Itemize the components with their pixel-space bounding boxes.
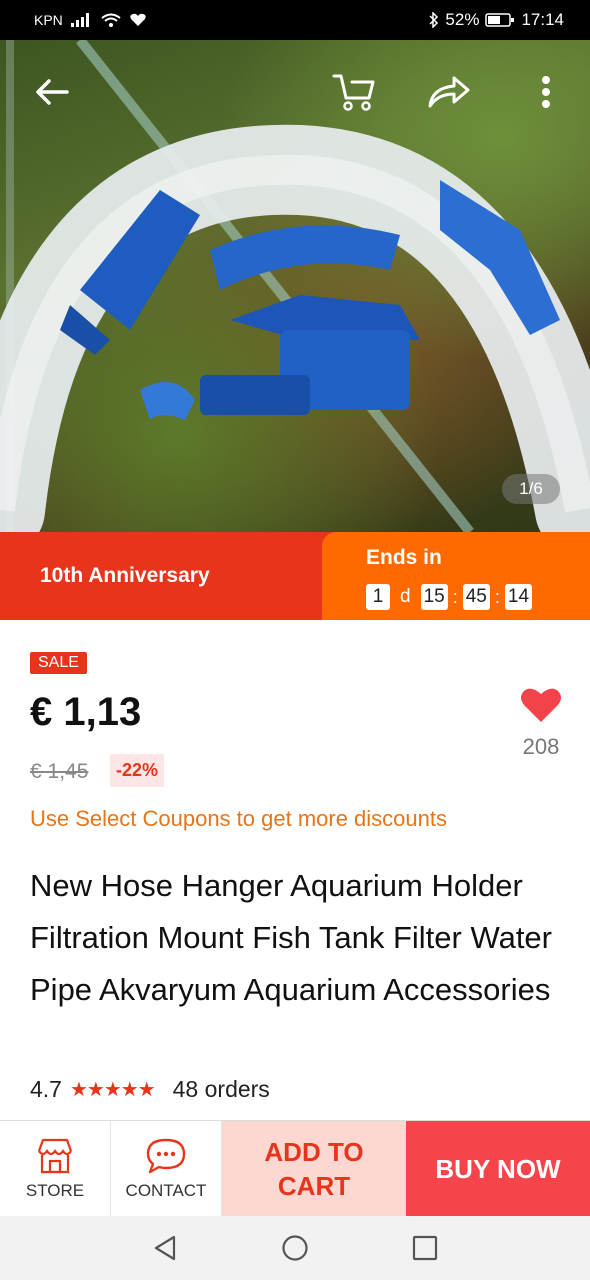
store-icon xyxy=(37,1138,73,1174)
signal-icon xyxy=(70,13,89,27)
action-bar: STORE CONTACT ADD TO CART BUY NOW xyxy=(0,1120,590,1217)
nav-back-icon[interactable] xyxy=(152,1234,178,1262)
heart-icon xyxy=(521,688,561,722)
cart-icon xyxy=(332,74,375,111)
orders-count: 48 orders xyxy=(172,1076,270,1102)
status-bar: KPN 52% 17:14 xyxy=(0,0,590,40)
cart-button[interactable] xyxy=(330,68,378,116)
countdown-minutes: 45 xyxy=(462,584,490,610)
rating-value: 4.7 xyxy=(30,1076,62,1102)
store-button[interactable]: STORE xyxy=(0,1121,111,1217)
battery-icon xyxy=(485,13,515,27)
more-icon xyxy=(542,76,550,108)
contact-button[interactable]: CONTACT xyxy=(111,1121,222,1217)
original-price: € 1,45 xyxy=(30,760,89,783)
countdown-separator: : xyxy=(452,586,458,607)
countdown-separator: : xyxy=(494,586,500,607)
countdown-hours: 15 xyxy=(420,584,448,610)
product-title: New Hose Hanger Aquarium Holder Filtrati… xyxy=(30,868,552,1007)
store-label: STORE xyxy=(25,1181,85,1200)
discount-badge: -22% xyxy=(110,754,165,787)
ends-in-label: Ends in xyxy=(366,546,442,569)
back-button[interactable] xyxy=(28,68,76,116)
carrier-label: KPN xyxy=(34,12,63,28)
add-to-cart-button[interactable]: ADD TO CART xyxy=(222,1121,406,1217)
countdown-days: 1 xyxy=(366,584,390,610)
nav-home-icon[interactable] xyxy=(281,1234,309,1262)
countdown: 1 d 15 : 45 : 14 xyxy=(366,584,533,610)
buy-now-label: BUY NOW xyxy=(435,1153,561,1184)
countdown-days-unit: d xyxy=(400,586,411,607)
rating-stars: ★★★★★ xyxy=(69,1079,156,1101)
contact-label: CONTACT xyxy=(125,1181,207,1200)
nav-recents-icon[interactable] xyxy=(412,1235,438,1261)
bluetooth-icon xyxy=(429,12,439,28)
product-image[interactable]: 1/6 xyxy=(0,40,590,532)
system-nav-bar xyxy=(0,1216,590,1280)
buy-now-button[interactable]: BUY NOW xyxy=(406,1121,590,1217)
rating-row[interactable]: 4.7 ★★★★★ 48 orders xyxy=(30,1076,270,1103)
coupon-link[interactable]: Use Select Coupons to get more discounts xyxy=(30,806,447,832)
battery-percent: 52% xyxy=(445,10,480,29)
share-button[interactable] xyxy=(424,68,472,116)
clock: 17:14 xyxy=(521,10,564,29)
promo-banner: 10th Anniversary Ends in 1 d 15 : 45 : 1… xyxy=(0,532,590,620)
sale-badge: SALE xyxy=(30,652,87,674)
image-counter: 1/6 xyxy=(502,474,560,504)
share-icon xyxy=(428,76,470,108)
price: € 1,13 xyxy=(30,690,142,734)
chat-icon xyxy=(146,1138,186,1174)
wishlist-button[interactable]: 208 xyxy=(520,686,562,760)
wifi-icon xyxy=(101,13,121,27)
promo-label: 10th Anniversary xyxy=(40,564,210,587)
back-arrow-icon xyxy=(36,79,69,105)
product-photo xyxy=(0,40,590,532)
wishlist-count: 208 xyxy=(522,734,560,759)
add-to-cart-label: ADD TO CART xyxy=(264,1137,364,1201)
more-button[interactable] xyxy=(522,68,570,116)
countdown-panel: Ends in 1 d 15 : 45 : 14 xyxy=(322,532,590,620)
health-icon xyxy=(130,13,146,26)
countdown-seconds: 14 xyxy=(504,584,533,610)
